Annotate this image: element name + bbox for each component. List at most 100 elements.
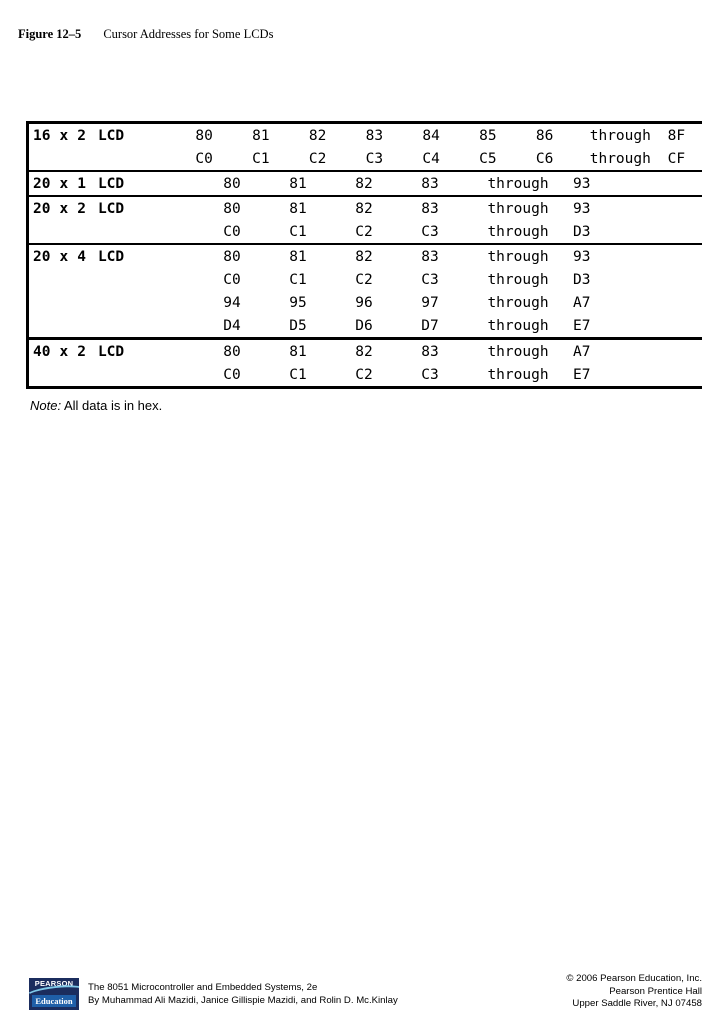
- address-cell: 96: [355, 294, 373, 311]
- address-cell: 95: [289, 294, 307, 311]
- lcd-size-label: 20 x 2 LCD: [29, 201, 199, 217]
- address-cell: 81: [289, 248, 307, 265]
- copyright-line-3: Upper Saddle River, NJ 07458: [572, 998, 702, 1009]
- table-row: 16 x 2 LCD 80 81 82 83 84 85 86 through 8F: [29, 124, 702, 147]
- table-row: C0 C1 C2 C3 C4 C5 C6 through CF: [29, 147, 702, 170]
- copyright-line-1: © 2006 Pearson Education, Inc.: [566, 973, 702, 984]
- lcd-group: 16 x 2 LCD 80 81 82 83 84 85 86 through 8F C0 C1 C2 C3 C4…: [29, 124, 702, 170]
- address-cell: C3: [421, 366, 439, 383]
- address-cell: 81: [289, 175, 307, 192]
- address-cell: 81: [289, 343, 307, 360]
- lcd-kind: LCD: [97, 248, 125, 265]
- logo-education-text: Education: [35, 996, 73, 1006]
- address-cell: 85: [479, 127, 497, 144]
- through-label: through: [487, 317, 549, 334]
- lcd-size-label: 16 x 2 LCD: [29, 128, 176, 144]
- copyright-block: © 2006 Pearson Education, Inc. Pearson P…: [566, 973, 702, 1011]
- address-cell: C3: [421, 271, 439, 288]
- lcd-size-label: 20 x 4 LCD: [29, 249, 199, 265]
- address-cell: C2: [355, 271, 373, 288]
- end-address-cell: A7: [573, 343, 591, 360]
- address-cell: 80: [223, 175, 241, 192]
- address-cell: 81: [252, 127, 270, 144]
- end-address-cell: 93: [573, 248, 591, 265]
- address-cell: 80: [195, 127, 213, 144]
- table-rule: [29, 386, 702, 389]
- lcd-columns: 20: [33, 248, 51, 265]
- address-cell: 83: [421, 343, 439, 360]
- through-label: through: [487, 271, 549, 288]
- address-cell: C1: [289, 366, 307, 383]
- end-address-cell: CF: [667, 150, 686, 167]
- end-address-cell: A7: [573, 294, 591, 311]
- cursor-address-table: 16 x 2 LCD 80 81 82 83 84 85 86 through 8F C0 C1 C2 C3 C4…: [26, 121, 702, 389]
- book-info: The 8051 Microcontroller and Embedded Sy…: [88, 982, 398, 1007]
- through-label: through: [487, 366, 549, 383]
- table-row: 20 x 1 LCD 80 81 82 83 through 93: [29, 172, 702, 195]
- end-address-cell: 93: [573, 200, 591, 217]
- address-cell: 82: [355, 248, 373, 265]
- lcd-columns: 20: [33, 175, 51, 192]
- lcd-group: 40 x 2 LCD 80 81 82 83 through A7 C0 C1 C2 C3 through E…: [29, 340, 702, 386]
- lcd-kind: LCD: [97, 175, 125, 192]
- end-address-cell: D3: [573, 223, 591, 240]
- through-label: through: [589, 127, 651, 144]
- address-cell: D6: [355, 317, 373, 334]
- figure-number: Figure 12–5: [18, 27, 82, 41]
- figure-title: Cursor Addresses for Some LCDs: [103, 27, 274, 41]
- lcd-columns: 16: [33, 127, 51, 144]
- note-label: Note:: [30, 398, 62, 413]
- lcd-size-label: 20 x 1 LCD: [29, 176, 199, 192]
- address-cell: 80: [223, 200, 241, 217]
- address-cell: 80: [223, 248, 241, 265]
- table-row: 20 x 4 LCD 80 81 82 83 through 93: [29, 245, 702, 268]
- address-cell: C0: [195, 150, 213, 167]
- address-cell: C3: [365, 150, 384, 167]
- page-footer: PEARSON Education The 8051 Microcontroll…: [0, 484, 720, 1010]
- address-cell: 82: [355, 200, 373, 217]
- address-cell: 83: [421, 200, 439, 217]
- end-address-cell: E7: [573, 366, 591, 383]
- address-cell: 82: [355, 175, 373, 192]
- address-cell: C2: [308, 150, 327, 167]
- end-address-cell: 93: [573, 175, 591, 192]
- address-cell: C2: [355, 223, 373, 240]
- address-cell: 80: [223, 343, 241, 360]
- lcd-kind: LCD: [97, 127, 125, 144]
- address-cell: 97: [421, 294, 439, 311]
- address-cell: 81: [289, 200, 307, 217]
- address-cell: D4: [223, 317, 241, 334]
- address-cell: 83: [421, 248, 439, 265]
- lcd-times-separator: x: [59, 200, 69, 217]
- address-cell: 83: [421, 175, 439, 192]
- book-authors: By Muhammad Ali Mazidi, Janice Gillispie…: [88, 994, 398, 1006]
- through-label: through: [487, 248, 549, 265]
- address-cell: 82: [308, 127, 327, 144]
- lcd-kind: LCD: [97, 200, 125, 217]
- table-row: 40 x 2 LCD 80 81 82 83 through A7: [29, 340, 702, 363]
- address-cell: C1: [289, 223, 307, 240]
- address-cell: C0: [223, 366, 241, 383]
- address-cell: C2: [355, 366, 373, 383]
- lcd-times-separator: x: [59, 248, 69, 265]
- lcd-group: 20 x 2 LCD 80 81 82 83 through 93 C0 C1 C2 C3 through D…: [29, 197, 702, 243]
- lcd-rows: 1: [77, 175, 86, 192]
- lcd-times-separator: x: [59, 175, 69, 192]
- address-cell: 82: [355, 343, 373, 360]
- lcd-group: 20 x 1 LCD 80 81 82 83 through 93: [29, 172, 702, 195]
- address-cell: C0: [223, 223, 241, 240]
- address-cell: C3: [421, 223, 439, 240]
- address-cell: C4: [422, 150, 440, 167]
- address-cell: 86: [535, 127, 554, 144]
- lcd-rows: 2: [77, 343, 86, 360]
- through-label: through: [487, 223, 549, 240]
- address-cell: C0: [223, 271, 241, 288]
- through-label: through: [589, 150, 651, 167]
- copyright-line-2: Pearson Prentice Hall: [609, 985, 702, 997]
- figure-caption: Figure 12–5 Cursor Addresses for Some LCD…: [18, 27, 273, 41]
- book-title: The 8051 Microcontroller and Embedded Sy…: [88, 982, 318, 993]
- address-cell: C1: [252, 150, 270, 167]
- through-label: through: [487, 200, 549, 217]
- lcd-group: 20 x 4 LCD 80 81 82 83 through 93 C0 C1 C2 C3 through D…: [29, 245, 702, 337]
- address-cell: 84: [422, 127, 440, 144]
